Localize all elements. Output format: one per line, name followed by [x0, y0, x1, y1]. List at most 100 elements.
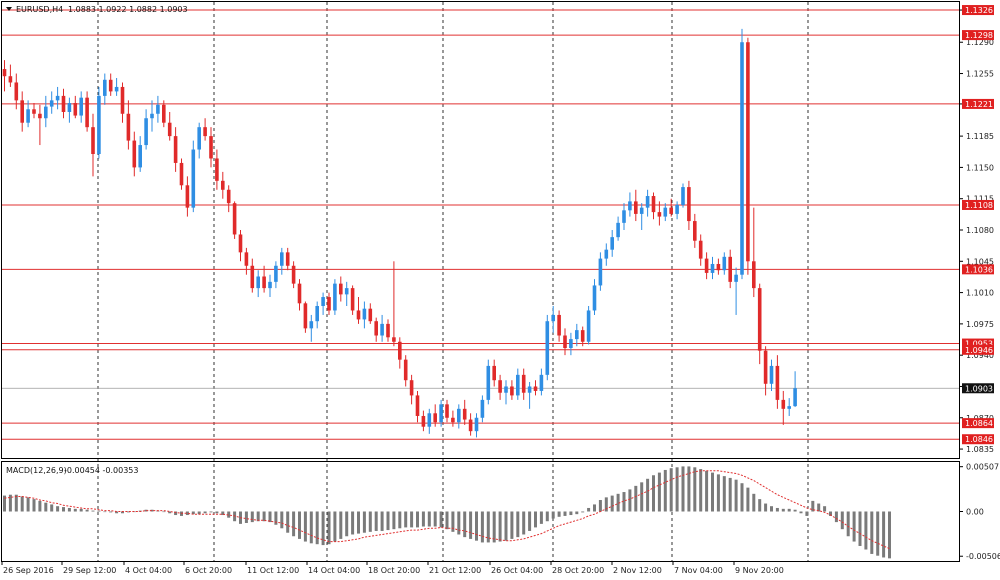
macd-bar: [262, 511, 266, 522]
macd-bar: [504, 511, 508, 541]
candle-body: [226, 189, 231, 204]
macd-bar: [303, 511, 307, 542]
candle-body: [156, 104, 160, 114]
candle-body: [132, 140, 137, 168]
candle-body: [120, 86, 125, 114]
candle-body: [144, 118, 148, 146]
macd-bar: [746, 487, 750, 512]
macd-bar: [528, 511, 532, 531]
macd-bar: [309, 511, 313, 544]
time-tick-label: 2 Nov 12:00: [613, 566, 662, 575]
macd-bar: [604, 497, 608, 512]
price-badge: 1.1221: [962, 98, 994, 109]
macd-bar: [705, 470, 709, 512]
candle-body: [681, 187, 685, 205]
candle-body: [675, 204, 679, 214]
candle-body: [781, 399, 786, 409]
candle-body: [8, 76, 13, 83]
candle-body: [20, 100, 24, 123]
price-badge: 1.0846: [962, 434, 994, 445]
macd-bar: [209, 511, 213, 513]
macd-bar: [610, 495, 614, 512]
macd-bar: [693, 467, 697, 512]
macd-bar: [675, 467, 679, 512]
price-chart[interactable]: 1.13261.12901.12551.12211.11851.11501.11…: [0, 0, 1000, 580]
macd-bar: [469, 511, 473, 539]
time-tick-label: 21 Oct 12:00: [429, 566, 481, 575]
candle-body: [232, 203, 237, 235]
candle-body: [315, 306, 319, 322]
macd-bar: [457, 511, 461, 535]
macd-bar: [740, 483, 744, 512]
candle-body: [309, 321, 314, 329]
candle-body: [203, 127, 207, 137]
candle-body: [634, 201, 638, 214]
candle: [746, 37, 750, 275]
macd-bar: [846, 511, 850, 537]
macd-bar: [770, 506, 773, 512]
candle-body: [415, 395, 420, 416]
price-badge: 1.1298: [962, 30, 994, 41]
candle-body: [32, 109, 36, 114]
macd-bar: [79, 508, 83, 512]
candle-body: [26, 109, 30, 123]
candle: [191, 140, 196, 213]
macd-bar: [327, 511, 331, 545]
macd-bar: [758, 499, 762, 512]
candle-body: [704, 258, 709, 273]
price-badge: 1.1108: [962, 199, 994, 210]
candle-body: [244, 252, 249, 266]
candle-body: [179, 162, 184, 186]
price-badge-label: 1.0864: [965, 419, 993, 428]
candle-body: [533, 386, 538, 391]
macd-bar: [587, 507, 591, 512]
price-badge: 1.0864: [962, 418, 994, 429]
macd-bar: [498, 511, 502, 542]
candle: [97, 86, 101, 159]
candle-body: [740, 42, 744, 275]
macd-bar: [404, 511, 408, 528]
macd-bar: [333, 511, 337, 542]
candle-body: [238, 234, 243, 253]
candle: [232, 201, 237, 239]
candle-body: [374, 321, 378, 336]
macd-bar: [14, 494, 18, 512]
candle-body: [569, 339, 573, 349]
candle-body: [763, 350, 768, 384]
candle: [333, 279, 337, 315]
candle-body: [722, 256, 727, 271]
candle-body: [787, 406, 791, 409]
candle-body: [167, 122, 172, 137]
macd-bar: [315, 511, 319, 545]
macd-bar: [581, 511, 585, 513]
macd-bar: [445, 511, 449, 530]
price-badge: 1.0946: [962, 344, 994, 355]
candle: [586, 306, 591, 345]
candle-body: [616, 222, 620, 238]
macd-bar: [50, 504, 54, 512]
macd-bar: [840, 511, 844, 530]
candle-body: [392, 337, 396, 342]
macd-bar: [244, 511, 248, 523]
macd-bar: [380, 511, 384, 531]
candle-body: [492, 365, 496, 381]
macd-bar: [510, 511, 514, 539]
macd-bar: [374, 511, 378, 531]
candle-body: [663, 207, 668, 217]
candle-body: [350, 288, 355, 311]
macd-bar: [516, 511, 520, 538]
candle-body: [85, 97, 89, 128]
macd-bar: [368, 511, 372, 532]
macd-bar: [669, 468, 673, 512]
time-tick-label: 6 Oct 20:00: [185, 566, 232, 575]
candle-body: [421, 415, 426, 427]
macd-bar: [298, 511, 301, 539]
candle-body: [433, 413, 437, 423]
price-badge-label: 1.0946: [965, 346, 993, 355]
time-tick-label: 26 Oct 04:00: [491, 566, 543, 575]
macd-bar: [345, 511, 349, 537]
macd-bar: [545, 511, 549, 522]
candle-body: [793, 388, 797, 407]
candle-body: [557, 314, 561, 336]
macd-bar: [463, 511, 467, 538]
